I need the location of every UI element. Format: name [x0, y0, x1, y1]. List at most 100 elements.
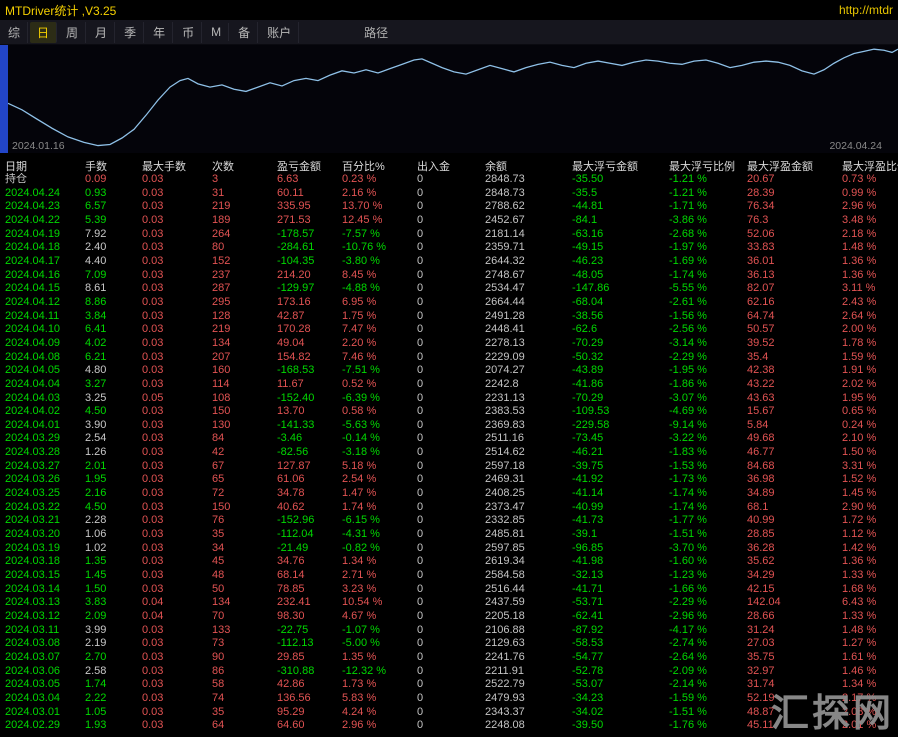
table-row[interactable]: 2024.03.062.580.0386-310.88-12.32 %02211… — [5, 665, 898, 679]
table-row[interactable]: 2024.04.043.270.0311411.670.52 %02242.8-… — [5, 378, 898, 392]
menu-item-月[interactable]: 月 — [88, 22, 115, 43]
cell-lots: 1.06 — [85, 528, 142, 542]
cell-in-out: 0 — [417, 501, 485, 515]
table-row[interactable]: 2024.03.181.350.034534.761.34 %02619.34-… — [5, 555, 898, 569]
table-row[interactable]: 2024.03.151.450.034868.142.71 %02584.58-… — [5, 569, 898, 583]
table-row[interactable]: 2024.03.011.050.033595.294.24 %02343.37-… — [5, 706, 898, 720]
cell-max-float-profit-ratio: 1.78 % — [842, 337, 898, 351]
column-header-balance[interactable]: 余额 — [485, 158, 572, 173]
app-url[interactable]: http://mtdr — [839, 3, 893, 17]
table-row[interactable]: 2024.04.240.930.033160.112.16 %02848.73-… — [5, 187, 898, 201]
table-row[interactable]: 2024.04.225.390.03189271.5312.45 %02452.… — [5, 214, 898, 228]
cell-count: 76 — [212, 514, 277, 528]
table-row[interactable]: 2024.04.024.500.0315013.700.58 %02383.53… — [5, 405, 898, 419]
cell-max-float-loss: -34.02 — [572, 706, 669, 720]
cell-pnl-pct: 4.67 % — [342, 610, 417, 624]
cell-lots: 1.50 — [85, 583, 142, 597]
table-row[interactable]: 2024.03.261.950.036561.062.54 %02469.31-… — [5, 473, 898, 487]
cell-max-float-loss: -96.85 — [572, 542, 669, 556]
table-row[interactable]: 2024.03.292.540.0384-3.46-0.14 %02511.16… — [5, 432, 898, 446]
table-row[interactable]: 2024.02.291.930.036464.602.96 %02248.08-… — [5, 719, 898, 733]
column-header-in-out[interactable]: 出入金 — [417, 158, 485, 173]
table-row[interactable]: 2024.04.128.860.03295173.166.95 %02664.4… — [5, 296, 898, 310]
column-header-pnl[interactable]: 盈亏金额 — [277, 158, 342, 173]
cell-date: 2024.03.26 — [5, 473, 85, 487]
table-row[interactable]: 2024.03.113.990.03133-22.75-1.07 %02106.… — [5, 624, 898, 638]
table-row[interactable]: 2024.03.224.500.0315040.621.74 %02373.47… — [5, 501, 898, 515]
table-row[interactable]: 持仓0.090.0336.630.23 %02848.73-35.50-1.21… — [5, 173, 898, 187]
table-row[interactable]: 2024.03.252.160.037234.781.47 %02408.25-… — [5, 487, 898, 501]
cell-lots: 2.19 — [85, 637, 142, 651]
column-header-max-float-loss-ratio[interactable]: 最大浮亏比例 — [669, 158, 747, 173]
table-row[interactable]: 2024.04.094.020.0313449.042.20 %02278.13… — [5, 337, 898, 351]
table-row[interactable]: 2024.03.272.010.0367127.875.18 %02597.18… — [5, 460, 898, 474]
table-row[interactable]: 2024.04.054.800.03160-168.53-7.51 %02074… — [5, 364, 898, 378]
cell-max-float-loss-ratio: -1.66 % — [669, 583, 747, 597]
table-row[interactable]: 2024.03.191.020.0334-21.49-0.82 %02597.8… — [5, 542, 898, 556]
cell-date: 2024.03.19 — [5, 542, 85, 556]
table-row[interactable]: 2024.03.133.830.04134232.4110.54 %02437.… — [5, 596, 898, 610]
cell-max-float-loss-ratio: -1.21 % — [669, 187, 747, 201]
menu-item-季[interactable]: 季 — [117, 22, 144, 43]
table-row[interactable]: 2024.03.072.700.039029.851.35 %02241.76-… — [5, 651, 898, 665]
menu-item-M[interactable]: M — [204, 23, 229, 41]
menu-item-币[interactable]: 币 — [175, 22, 202, 43]
column-header-max-float-loss[interactable]: 最大浮亏金额 — [572, 158, 669, 173]
table-row[interactable]: 2024.04.086.210.03207154.827.46 %02229.0… — [5, 351, 898, 365]
cell-date: 2024.03.15 — [5, 569, 85, 583]
cell-count: 160 — [212, 364, 277, 378]
cell-balance: 2584.58 — [485, 569, 572, 583]
cell-pnl-pct: 1.74 % — [342, 501, 417, 515]
table-row[interactable]: 2024.04.013.900.03130-141.33-5.63 %02369… — [5, 419, 898, 433]
cell-max-float-profit: 34.89 — [747, 487, 842, 501]
column-header-lots[interactable]: 手数 — [85, 158, 142, 173]
table-row[interactable]: 2024.04.158.610.03287-129.97-4.88 %02534… — [5, 282, 898, 296]
table-row[interactable]: 2024.03.042.220.0374136.565.83 %02479.93… — [5, 692, 898, 706]
table-row[interactable]: 2024.03.281.260.0342-82.56-3.18 %02514.6… — [5, 446, 898, 460]
table-row[interactable]: 2024.03.051.740.035842.861.73 %02522.79-… — [5, 678, 898, 692]
menu-item-账户[interactable]: 账户 — [260, 22, 299, 43]
cell-balance: 2248.08 — [485, 719, 572, 733]
cell-max-float-loss-ratio: -2.29 % — [669, 351, 747, 365]
table-row[interactable]: 2024.03.122.090.047098.304.67 %02205.18-… — [5, 610, 898, 624]
column-header-max-float-profit[interactable]: 最大浮盈金额 — [747, 158, 842, 173]
menu-item-日[interactable]: 日 — [30, 22, 57, 43]
cell-pnl: 64.60 — [277, 719, 342, 733]
column-header-max-lots[interactable]: 最大手数 — [142, 158, 212, 173]
table-row[interactable]: 2024.04.167.090.03237214.208.45 %02748.6… — [5, 269, 898, 283]
table-row[interactable]: 2024.04.113.840.0312842.871.75 %02491.28… — [5, 310, 898, 324]
cell-lots: 2.09 — [85, 610, 142, 624]
cell-pnl-pct: -3.80 % — [342, 255, 417, 269]
table-row[interactable]: 2024.03.212.280.0376-152.96-6.15 %02332.… — [5, 514, 898, 528]
equity-chart: 2024.01.16 2024.04.24 — [0, 45, 898, 153]
column-header-pnl-pct[interactable]: 百分比% — [342, 158, 417, 173]
table-row[interactable]: 2024.03.141.500.035078.853.23 %02516.44-… — [5, 583, 898, 597]
cell-max-lots: 0.03 — [142, 651, 212, 665]
cell-pnl-pct: 1.47 % — [342, 487, 417, 501]
menu-item-年[interactable]: 年 — [146, 22, 173, 43]
table-row[interactable]: 2024.04.182.400.0380-284.61-10.76 %02359… — [5, 241, 898, 255]
column-header-date[interactable]: 日期 — [5, 158, 85, 173]
cell-max-float-profit: 62.16 — [747, 296, 842, 310]
table-row[interactable]: 2024.04.197.920.03264-178.57-7.57 %02181… — [5, 228, 898, 242]
table-row[interactable]: 2024.04.174.400.03152-104.35-3.80 %02644… — [5, 255, 898, 269]
column-header-count[interactable]: 次数 — [212, 158, 277, 173]
cell-max-float-profit-ratio: 1.33 % — [842, 610, 898, 624]
cell-count: 150 — [212, 501, 277, 515]
column-header-max-float-profit-ratio[interactable]: 最大浮盈比例 — [842, 158, 898, 173]
table-row[interactable]: 2024.03.201.060.0335-112.04-4.31 %02485.… — [5, 528, 898, 542]
cell-pnl-pct: 3.23 % — [342, 583, 417, 597]
table-row[interactable]: 2024.04.106.410.03219170.287.47 %02448.4… — [5, 323, 898, 337]
table-row[interactable]: 2024.03.082.190.0373-112.13-5.00 %02129.… — [5, 637, 898, 651]
cell-max-float-loss-ratio: -9.14 % — [669, 419, 747, 433]
cell-max-float-profit: 34.29 — [747, 569, 842, 583]
cell-lots: 7.92 — [85, 228, 142, 242]
menu-item-备[interactable]: 备 — [231, 22, 258, 43]
table-row[interactable]: 2024.04.236.570.03219335.9513.70 %02788.… — [5, 200, 898, 214]
menu-item-周[interactable]: 周 — [59, 22, 86, 43]
cell-in-out: 0 — [417, 460, 485, 474]
menu-item-综[interactable]: 综 — [1, 22, 28, 43]
cell-balance: 2229.09 — [485, 351, 572, 365]
table-row[interactable]: 2024.04.033.250.05108-152.40-6.39 %02231… — [5, 392, 898, 406]
chart-start-date: 2024.01.16 — [12, 140, 65, 152]
